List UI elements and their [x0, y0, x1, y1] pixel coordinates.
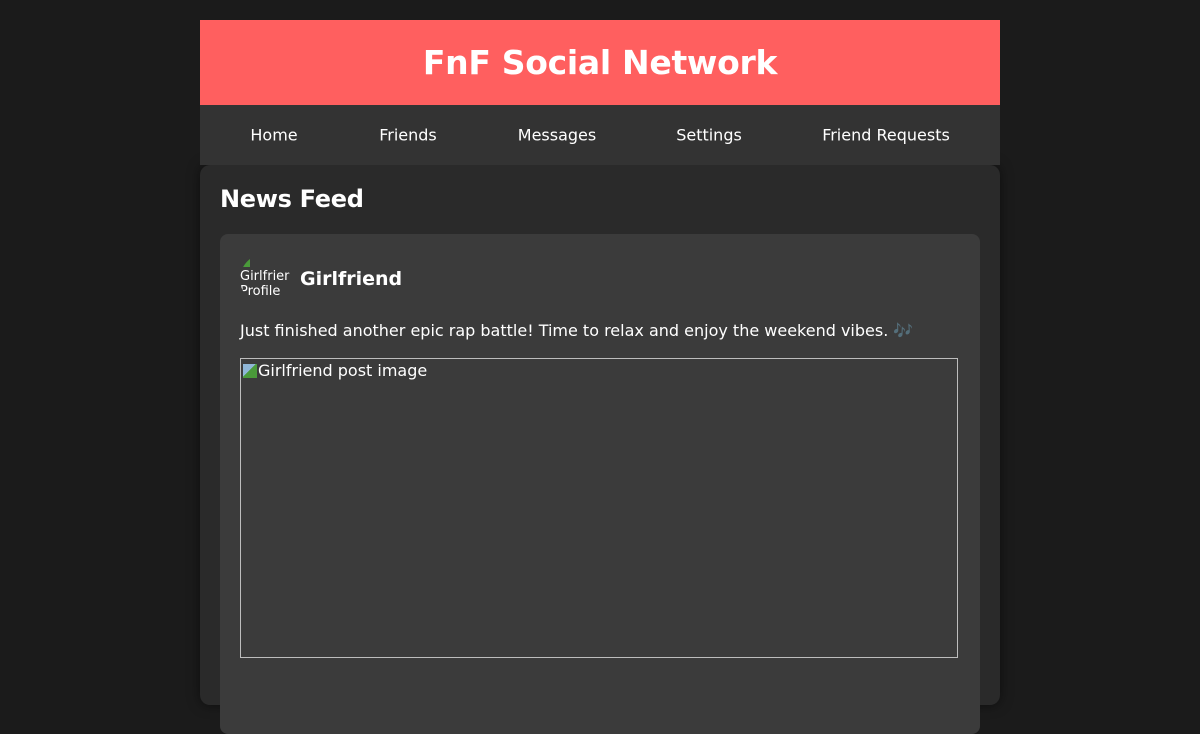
post-author-name[interactable]: Girlfriend — [300, 268, 402, 290]
main-nav: Home Friends Messages Settings Friend Re… — [200, 105, 1000, 165]
site-header: FnF Social Network — [200, 20, 1000, 105]
page-container: FnF Social Network Home Friends Messages… — [200, 20, 1000, 734]
news-feed: News Feed Girlfriend Profile Girlfriend … — [200, 165, 1000, 734]
nav-friends-link[interactable]: Friends — [379, 126, 437, 145]
post-card: Girlfriend Profile Girlfriend Just finis… — [220, 234, 980, 734]
post-header: Girlfriend Profile Girlfriend — [240, 254, 960, 304]
avatar[interactable]: Girlfriend Profile — [240, 254, 290, 304]
nav-settings-link[interactable]: Settings — [676, 126, 742, 145]
post-image[interactable]: Girlfriend post image — [240, 358, 958, 658]
post-text: Just finished another epic rap battle! T… — [240, 321, 914, 340]
nav-home-link[interactable]: Home — [250, 126, 297, 145]
nav-friend-requests-link[interactable]: Friend Requests — [822, 126, 950, 145]
avatar-alt-text: Girlfriend Profile — [240, 269, 290, 299]
broken-image-icon — [243, 364, 257, 378]
post-image-alt-text: Girlfriend post image — [258, 361, 428, 380]
broken-image-icon — [240, 256, 250, 267]
nav-messages-link[interactable]: Messages — [518, 126, 596, 145]
site-title: FnF Social Network — [422, 43, 778, 82]
feed-title: News Feed — [220, 185, 364, 213]
